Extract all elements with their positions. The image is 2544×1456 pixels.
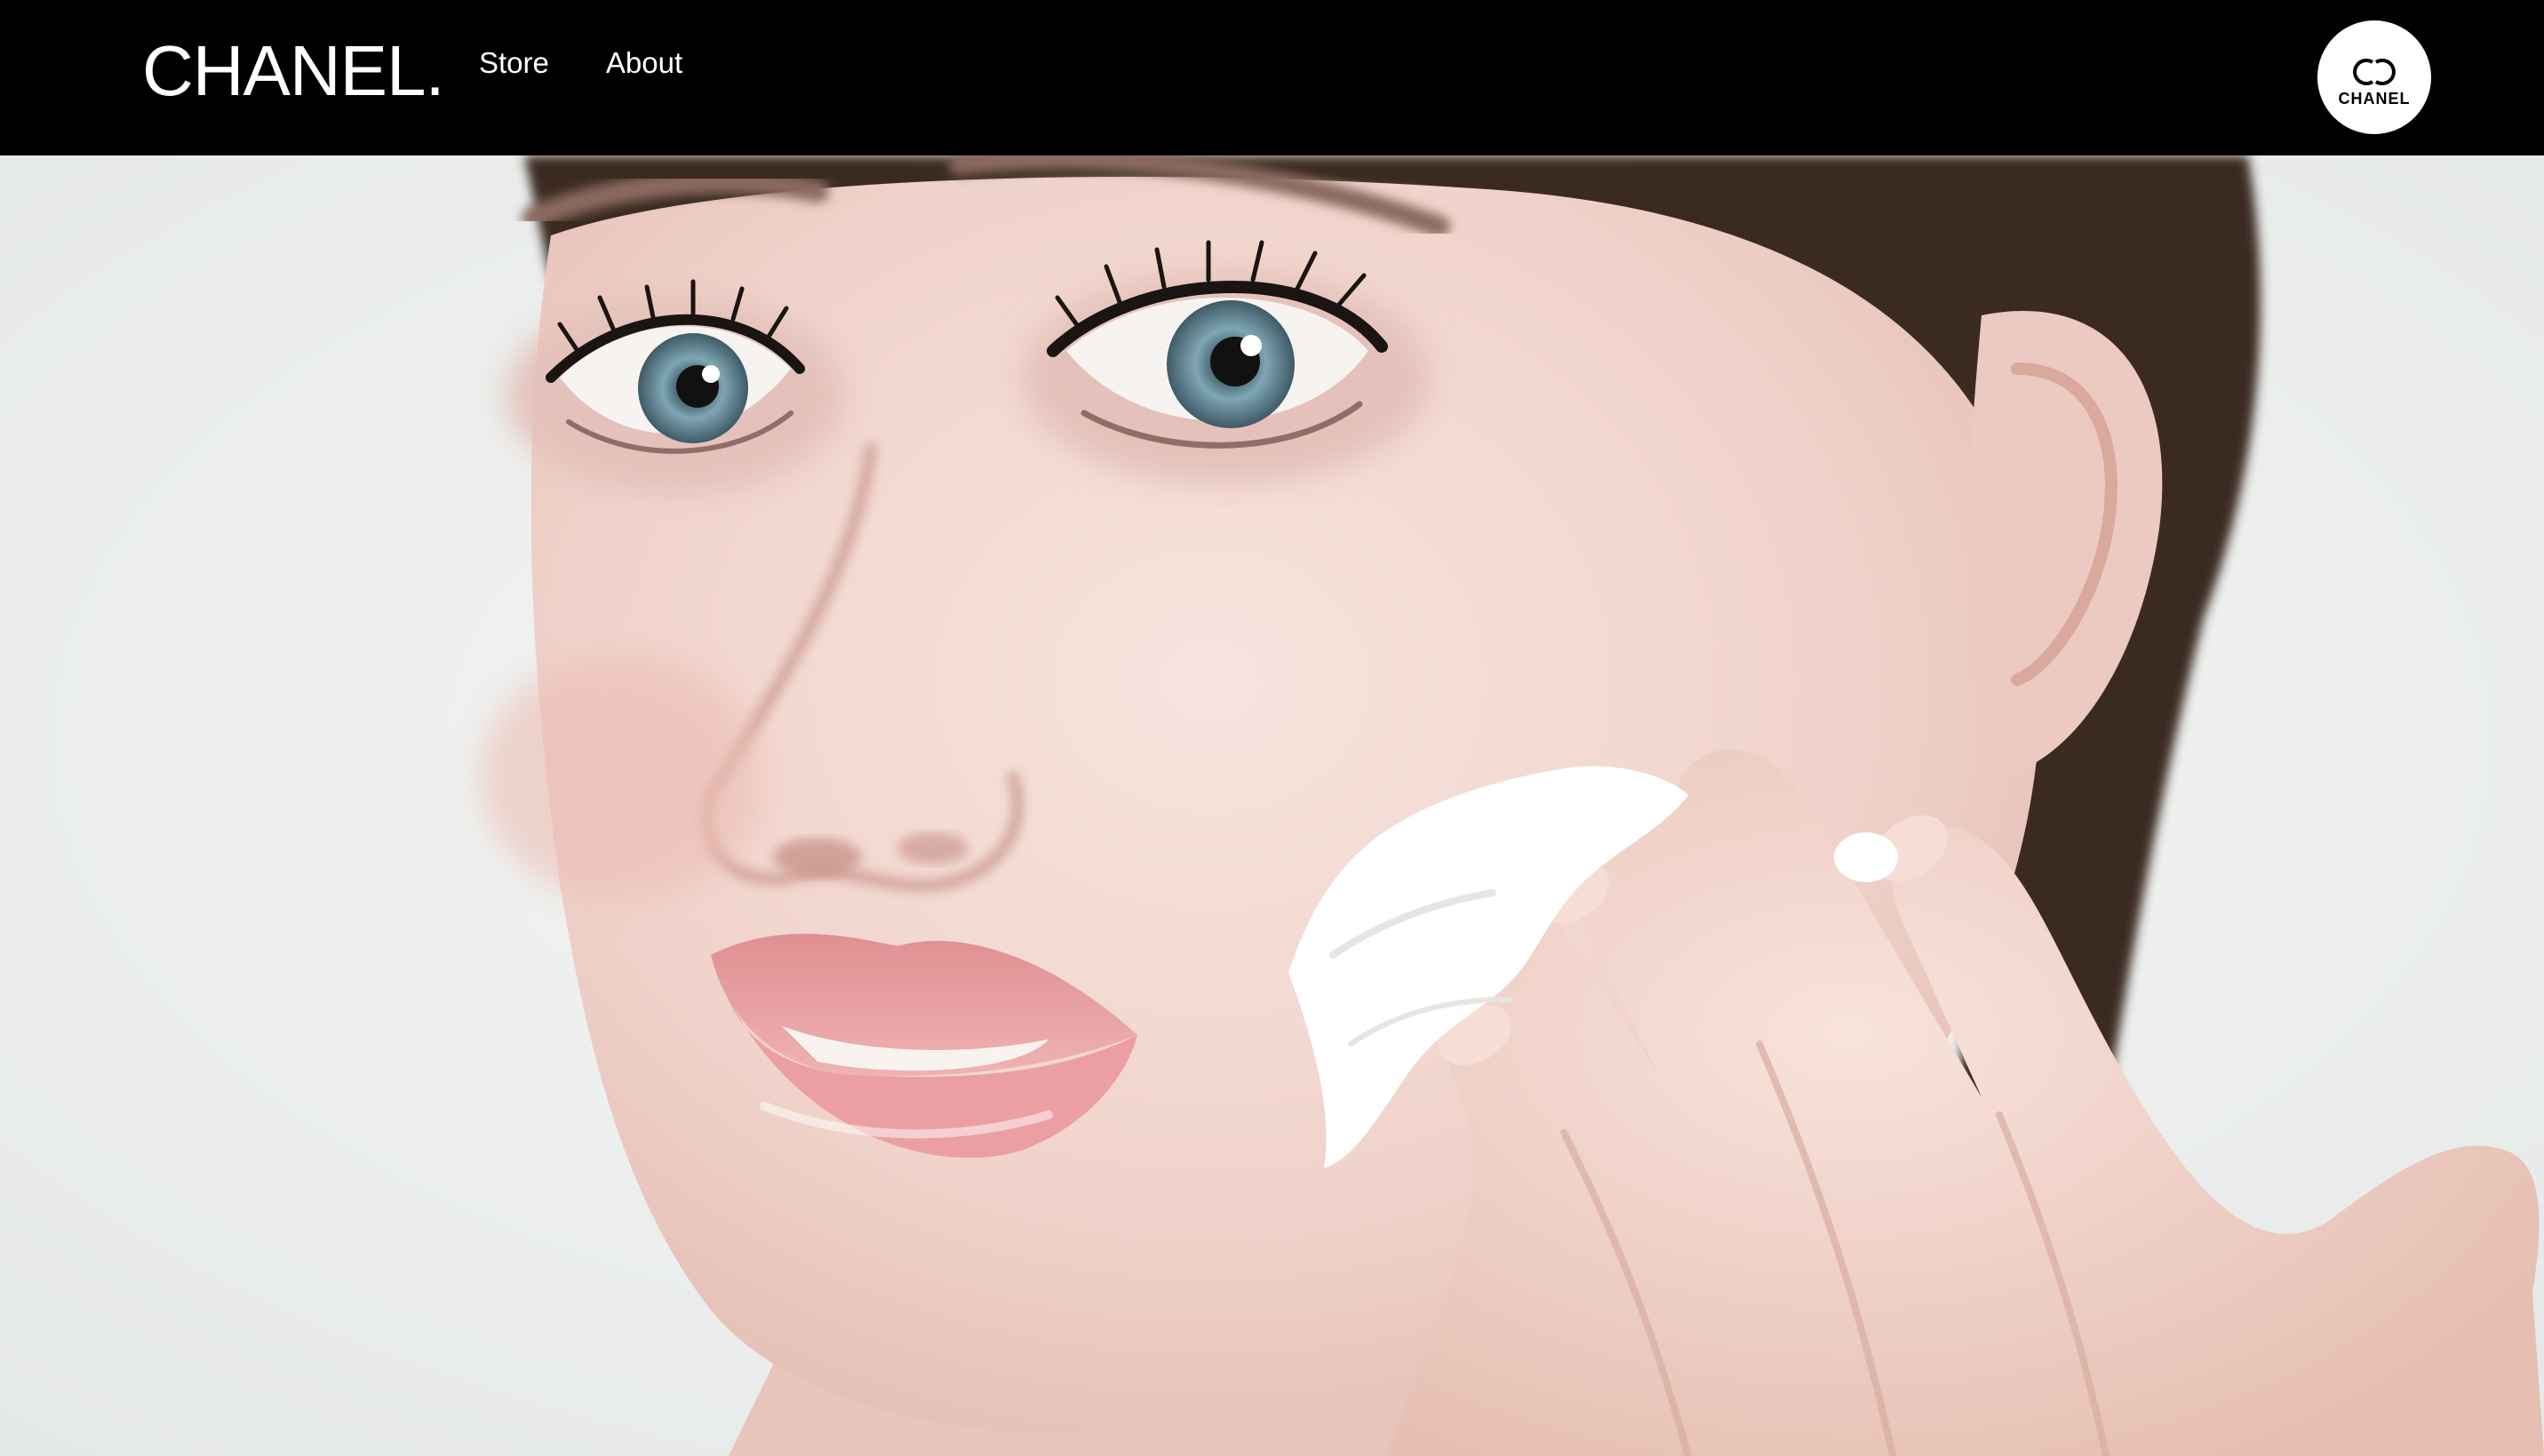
chanel-cc-logo-icon: CHANEL: [2339, 59, 2411, 107]
badge-label: CHANEL: [2339, 90, 2411, 107]
nav-link-store[interactable]: Store: [479, 41, 549, 85]
main-nav: Store About: [479, 41, 682, 85]
beauty-portrait-illustration: [0, 155, 2544, 1456]
chanel-badge-button[interactable]: CHANEL: [2317, 20, 2431, 134]
nav-link-about[interactable]: About: [606, 41, 682, 85]
top-navigation-bar: CHANEL. Store About CHANEL: [0, 0, 2544, 155]
hero-image: [0, 155, 2544, 1456]
page: CHANEL. Store About CHANEL: [0, 0, 2544, 1456]
brand-logo-link[interactable]: CHANEL.: [142, 27, 445, 115]
